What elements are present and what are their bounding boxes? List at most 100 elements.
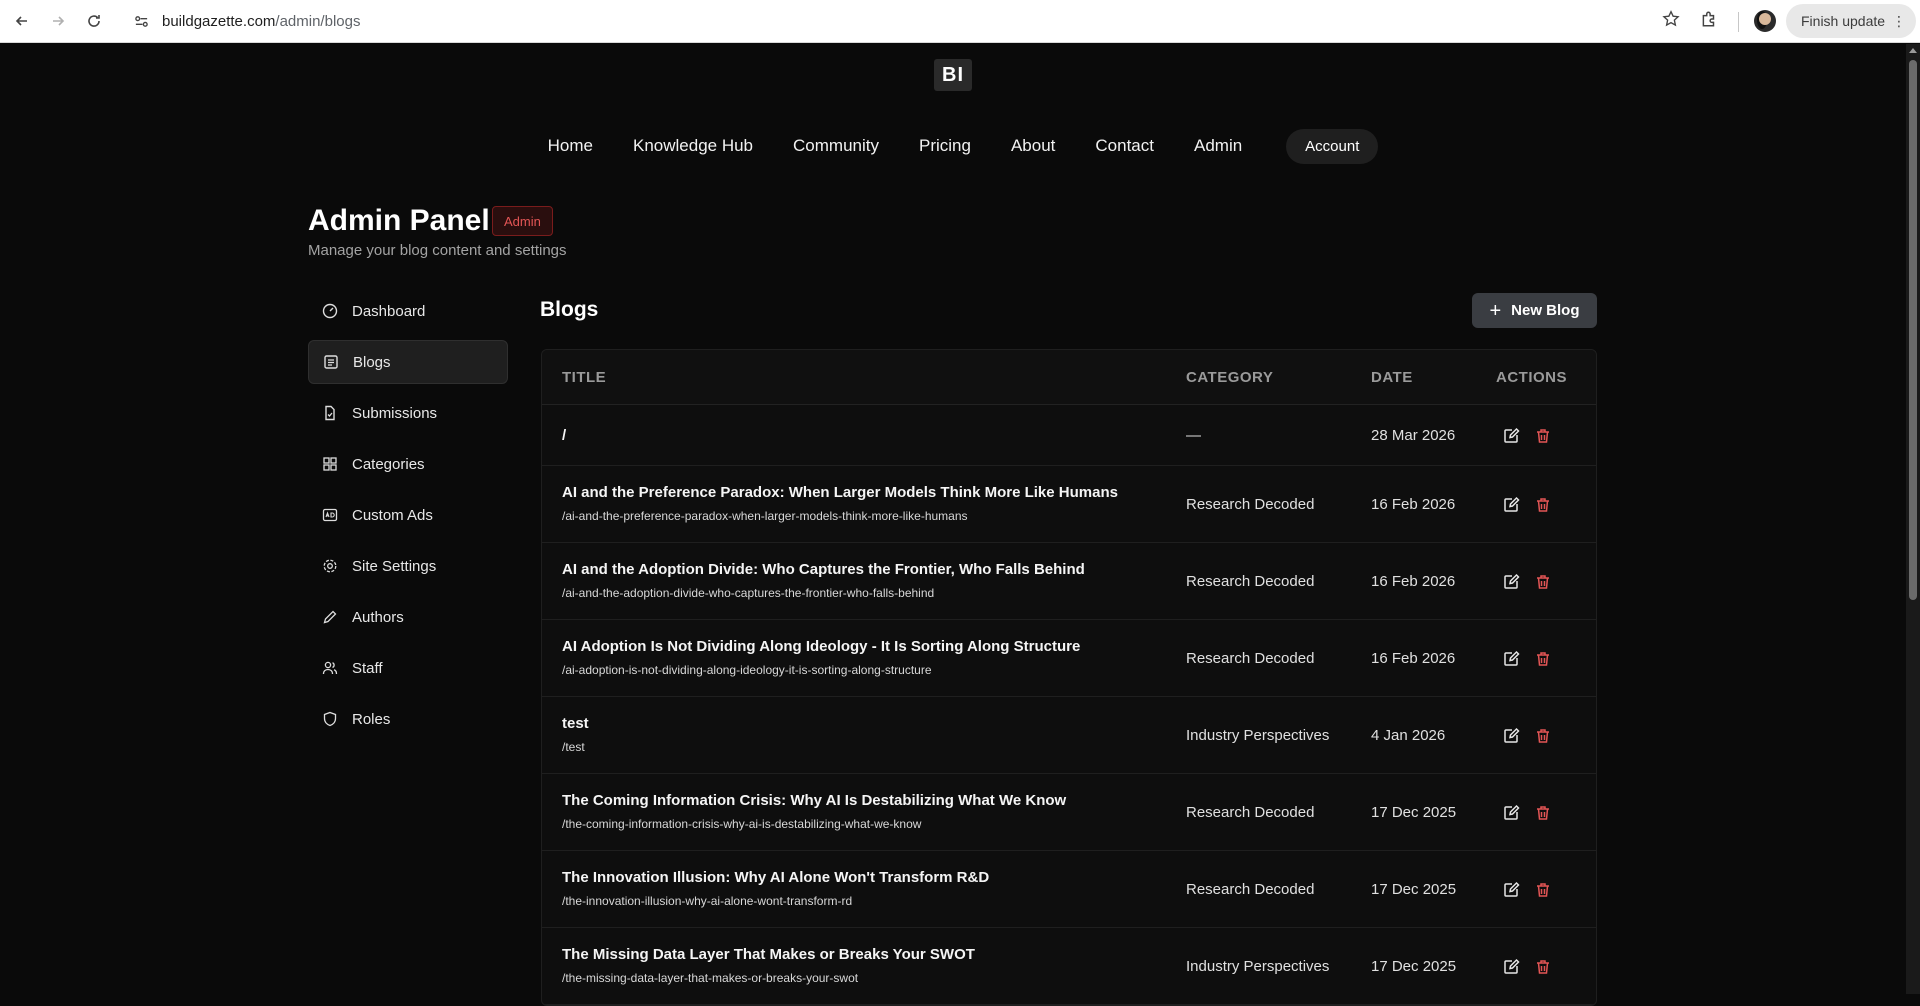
table-row[interactable]: The Coming Information Crisis: Why AI Is… [542,774,1596,851]
grid-icon [322,456,338,472]
account-button[interactable]: Account [1286,128,1379,164]
blog-title[interactable]: The Coming Information Crisis: Why AI Is… [562,792,1066,809]
blog-slug: /the-innovation-illusion-why-ai-alone-wo… [562,893,853,908]
bookmark-star-icon[interactable] [1662,10,1684,32]
blogs-table: TITLE CATEGORY DATE ACTIONS / — 28 Mar 202… [541,349,1597,1006]
blog-category: Research Decoded [1186,495,1315,513]
trash-icon[interactable] [1534,958,1552,976]
site-settings-icon[interactable] [130,10,152,32]
blog-date: 16 Feb 2026 [1371,572,1456,590]
table-row[interactable]: AI Adoption Is Not Dividing Along Ideolo… [542,620,1596,697]
blog-title[interactable]: The Missing Data Layer That Makes or Bre… [562,946,975,963]
blog-slug: /ai-adoption-is-not-dividing-along-ideol… [562,662,932,677]
reload-icon[interactable] [80,7,108,35]
table-header: TITLE CATEGORY DATE ACTIONS [542,350,1596,405]
sidebar-item-label: Roles [352,710,391,728]
table-row[interactable]: AI and the Preference Paradox: When Larg… [542,466,1596,543]
sidebar-item-label: Submissions [352,404,438,422]
table-row[interactable]: test/test Industry Perspectives 4 Jan 2026 [542,697,1596,774]
trash-icon[interactable] [1534,727,1552,745]
sidebar-item-label: Staff [352,659,383,677]
nav-admin[interactable]: Admin [1194,136,1242,156]
table-row[interactable]: The Innovation Illusion: Why AI Alone Wo… [542,851,1596,928]
blog-category: Research Decoded [1186,649,1315,667]
nav-pricing[interactable]: Pricing [919,136,971,156]
page-scrollbar[interactable] [1906,44,1920,994]
trash-icon[interactable] [1534,496,1552,514]
url-text: buildgazette.com/admin/blogs [162,12,361,30]
forward-icon[interactable] [44,7,72,35]
ad-icon [322,507,338,523]
trash-icon[interactable] [1534,427,1552,445]
blog-date: 4 Jan 2026 [1371,726,1446,744]
sidebar-item-staff[interactable]: Staff [308,646,508,690]
blog-slug: /the-missing-data-layer-that-makes-or-br… [562,970,859,985]
table-row[interactable]: / — 28 Mar 2026 [542,405,1596,466]
nav-about[interactable]: About [1011,136,1055,156]
edit-icon[interactable] [1502,427,1520,445]
nav-home[interactable]: Home [548,136,593,156]
edit-icon[interactable] [1502,496,1520,514]
edit-icon[interactable] [1502,650,1520,668]
blog-title[interactable]: test [562,715,589,732]
site-logo[interactable]: BI [934,59,972,91]
table-row[interactable]: AI and the Adoption Divide: Who Captures… [542,543,1596,620]
trash-icon[interactable] [1534,573,1552,591]
new-blog-button[interactable]: + New Blog [1472,293,1597,328]
users-icon [322,660,338,676]
section-title: Blogs [540,298,599,321]
column-header-category: CATEGORY [1186,368,1274,386]
blog-category: Industry Perspectives [1186,726,1330,744]
file-check-icon [322,405,338,421]
table-row[interactable]: The Missing Data Layer That Makes or Bre… [542,928,1596,1005]
column-header-actions: ACTIONS [1496,368,1567,386]
nav-community[interactable]: Community [793,136,879,156]
finish-update-button[interactable]: Finish update ⋮ [1786,4,1916,38]
sidebar-item-submissions[interactable]: Submissions [308,391,508,435]
profile-avatar[interactable] [1754,10,1776,32]
edit-icon[interactable] [1502,804,1520,822]
sidebar-item-label: Dashboard [352,302,426,320]
scroll-up-arrow[interactable] [1909,48,1917,53]
sidebar-item-categories[interactable]: Categories [308,442,508,486]
page-title: Admin Panel [308,204,490,237]
address-bar[interactable]: buildgazette.com/admin/blogs [124,5,1684,37]
nav-knowledge-hub[interactable]: Knowledge Hub [633,136,753,156]
edit-icon[interactable] [1502,573,1520,591]
admin-sidebar: Dashboard Blogs Submissions Categories C… [308,289,508,748]
sidebar-item-label: Custom Ads [352,506,433,524]
sidebar-item-site-settings[interactable]: Site Settings [308,544,508,588]
blog-title[interactable]: The Innovation Illusion: Why AI Alone Wo… [562,869,989,886]
document-list-icon [323,354,339,370]
edit-icon[interactable] [1502,881,1520,899]
back-icon[interactable] [8,7,36,35]
dashboard-icon [322,303,338,319]
main-nav: Home Knowledge Hub Community Pricing Abo… [0,124,1906,168]
edit-icon[interactable] [1502,727,1520,745]
scrollbar-thumb[interactable] [1909,60,1917,600]
browser-toolbar: buildgazette.com/admin/blogs Finish upda… [0,0,1920,43]
blog-title[interactable]: / [562,427,566,444]
more-menu-icon[interactable]: ⋮ [1892,13,1906,29]
sidebar-item-roles[interactable]: Roles [308,697,508,741]
extensions-icon[interactable] [1700,10,1722,32]
edit-icon[interactable] [1502,958,1520,976]
trash-icon[interactable] [1534,804,1552,822]
sidebar-item-custom-ads[interactable]: Custom Ads [308,493,508,537]
blog-date: 28 Mar 2026 [1371,426,1456,444]
pencil-icon [322,609,338,625]
blog-slug: /ai-and-the-preference-paradox-when-larg… [562,508,968,523]
gear-icon [322,558,338,574]
sidebar-item-dashboard[interactable]: Dashboard [308,289,508,333]
sidebar-item-blogs[interactable]: Blogs [308,340,508,384]
blog-title[interactable]: AI and the Adoption Divide: Who Captures… [562,561,1085,578]
nav-contact[interactable]: Contact [1095,136,1154,156]
trash-icon[interactable] [1534,881,1552,899]
sidebar-item-label: Site Settings [352,557,437,575]
blog-title[interactable]: AI Adoption Is Not Dividing Along Ideolo… [562,638,1080,655]
sidebar-item-authors[interactable]: Authors [308,595,508,639]
trash-icon[interactable] [1534,650,1552,668]
blog-title[interactable]: AI and the Preference Paradox: When Larg… [562,484,1118,501]
blog-slug: /test [562,739,585,754]
column-header-date: DATE [1371,368,1413,386]
